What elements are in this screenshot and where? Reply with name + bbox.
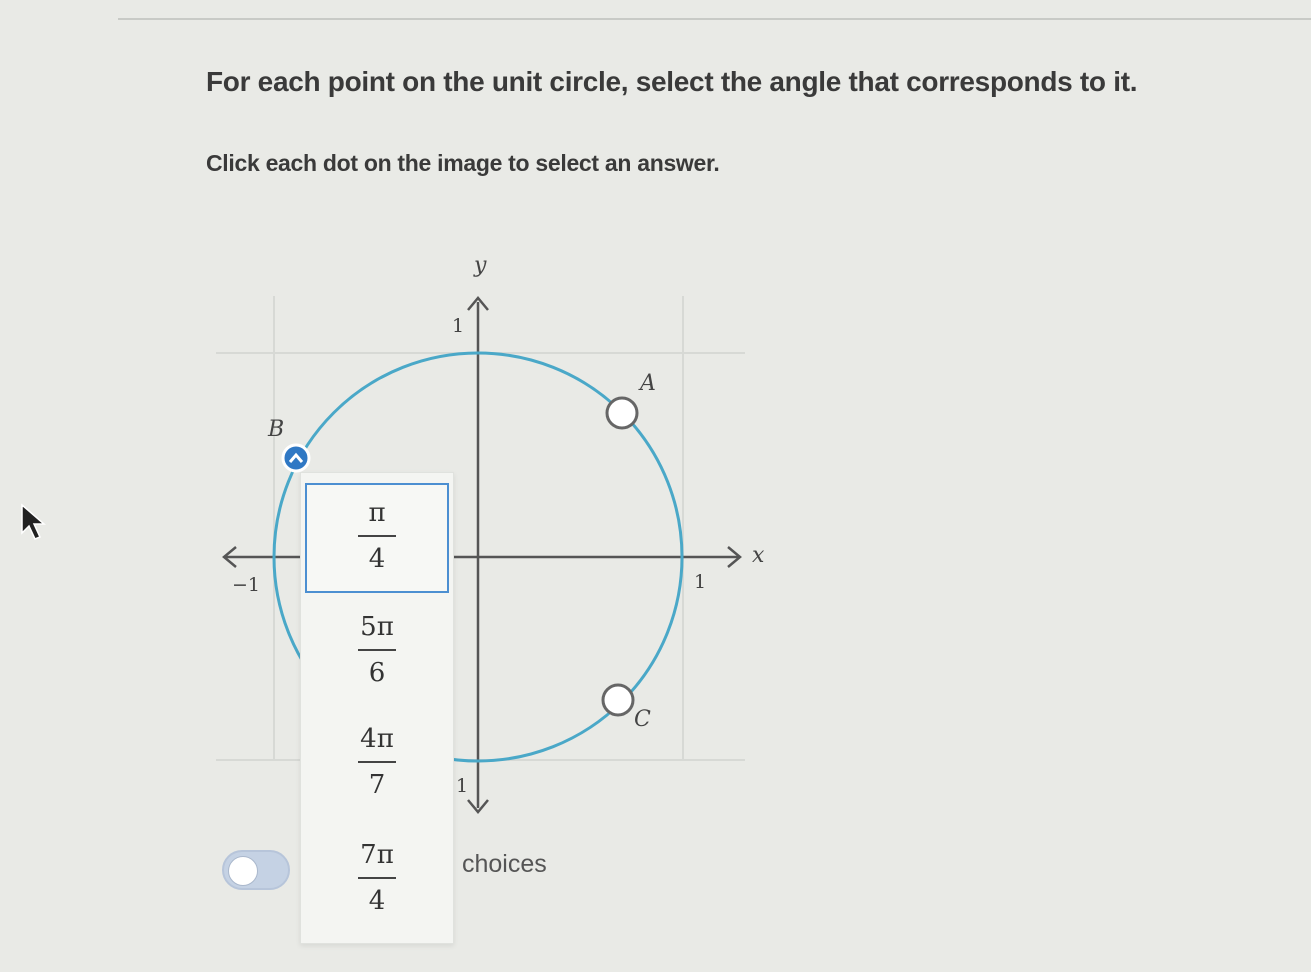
fraction-bar [358, 649, 396, 651]
angle-denominator: 4 [368, 544, 386, 574]
toggle-knob [228, 856, 258, 886]
point-a-label: A [638, 371, 656, 396]
angle-fraction: 7π 4 [305, 839, 449, 917]
angle-numerator: 7π [360, 840, 394, 870]
angle-numerator: 4π [360, 724, 394, 754]
x-axis-label: x [752, 543, 765, 568]
angle-denominator: 6 [368, 658, 386, 688]
tick-label-x-neg: −1 [232, 574, 260, 596]
y-axis-label: y [473, 253, 487, 278]
angle-option[interactable]: 7π 4 [305, 825, 449, 935]
angle-numerator: π [368, 498, 386, 528]
mouse-cursor-icon [21, 503, 47, 540]
tick-label-x-pos: 1 [694, 571, 706, 593]
fraction-bar [358, 535, 396, 537]
choices-label: choices [462, 850, 547, 878]
fraction-bar [358, 877, 396, 879]
point-b-dot[interactable] [281, 443, 311, 473]
point-c-label: C [634, 707, 651, 732]
angle-denominator: 4 [368, 886, 386, 916]
fraction-bar [358, 761, 396, 763]
angle-option[interactable]: π 4 [305, 483, 449, 593]
angle-option[interactable]: 5π 6 [305, 597, 449, 707]
point-a-dot[interactable] [605, 396, 639, 430]
unit-circle-graph: y x 1 −1 1 1 A B C [216, 253, 765, 814]
angle-numerator: 5π [360, 612, 394, 642]
choices-toggle[interactable] [222, 850, 290, 890]
angle-fraction: 4π 7 [305, 723, 449, 801]
point-b-label: B [267, 417, 284, 442]
angle-choices-dropdown[interactable]: π 4 5π 6 4π 7 7π 4 [300, 472, 454, 944]
angle-fraction: 5π 6 [305, 611, 449, 689]
grid-lines [216, 296, 745, 761]
angle-option[interactable]: 4π 7 [305, 711, 449, 821]
angle-fraction: π 4 [307, 497, 447, 575]
point-c-dot[interactable] [601, 683, 635, 717]
tick-label-y-neg: 1 [456, 775, 468, 797]
tick-label-y-pos: 1 [452, 315, 464, 337]
angle-denominator: 7 [368, 770, 386, 800]
